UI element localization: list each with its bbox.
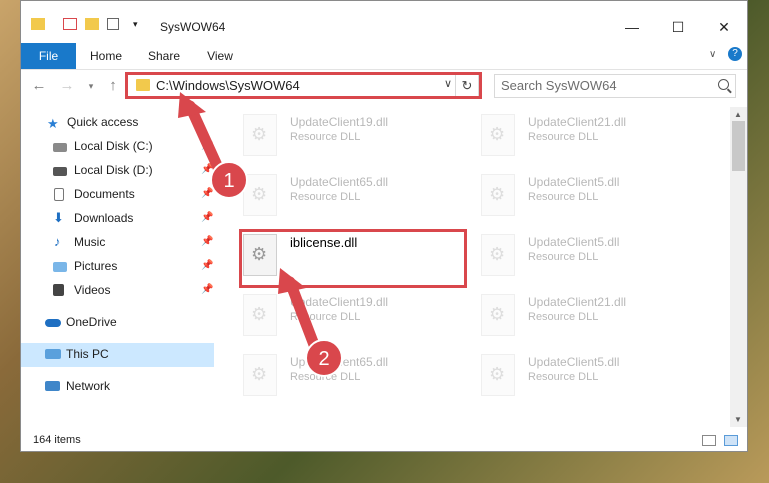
callout-overlay: 1 2 xyxy=(178,92,343,377)
callout-arrow-2: 2 xyxy=(278,268,343,377)
callout-number-2: 2 xyxy=(318,348,329,370)
callout-arrow-1: 1 xyxy=(178,92,248,199)
callout-number-1: 1 xyxy=(223,170,234,192)
